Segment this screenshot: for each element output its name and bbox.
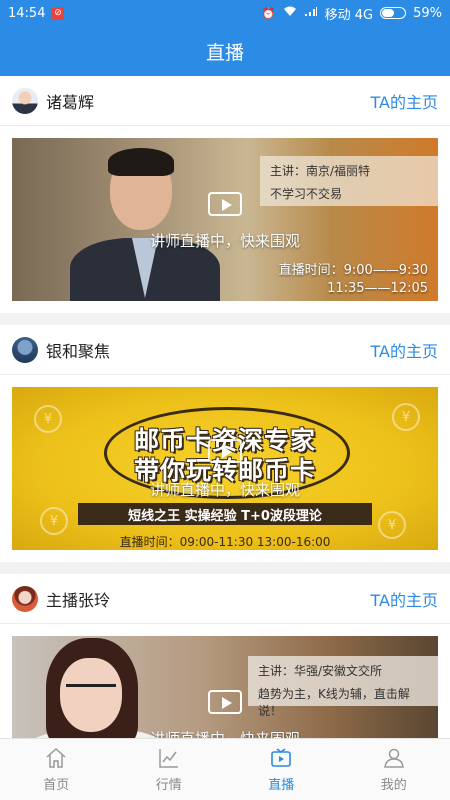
stream-card: 银和聚焦 TA的主页 ¥ ¥ ¥ ¥ 邮币卡资深专家 带你玩转邮币卡 讲师直播中… — [0, 325, 450, 562]
status-bar: 14:54 ⊘ ⏰ 移动 4G 59% — [0, 0, 450, 26]
stream-list[interactable]: 诸葛辉 TA的主页 主讲：南京/福丽特 不学习不交易 讲师直播中，快来围观 直播… — [0, 76, 450, 738]
user-icon — [383, 748, 404, 768]
stream-card: 主播张玲 TA的主页 主讲：华强/安徽文交所 趋势为主，K线为辅，直击解说！ 讲… — [0, 574, 450, 738]
notification-icon: ⊘ — [51, 6, 65, 20]
host-avatar[interactable] — [12, 585, 38, 612]
stream-card: 诸葛辉 TA的主页 主讲：南京/福丽特 不学习不交易 讲师直播中，快来围观 直播… — [0, 76, 450, 313]
host-name[interactable]: 诸葛辉 — [46, 89, 94, 113]
tab-label: 首页 — [43, 778, 70, 793]
host-avatar[interactable] — [12, 87, 38, 114]
status-time: 14:54 — [8, 5, 46, 21]
host-home-link[interactable]: TA的主页 — [371, 338, 438, 362]
signal-icon — [304, 6, 318, 20]
stream-banner[interactable]: 主讲：华强/安徽文交所 趋势为主，K线为辅，直击解说！ 讲师直播中，快来围观 — [12, 636, 438, 738]
lecturer-label: 主讲：南京/福丽特 — [270, 164, 371, 178]
tab-live[interactable]: 直播 — [225, 739, 338, 800]
banner-strip: 短线之王 实操经验 T+0波段理论 — [78, 503, 372, 525]
banner-wrap: 主讲：华强/安徽文交所 趋势为主，K线为辅，直击解说！ 讲师直播中，快来围观 — [0, 624, 450, 738]
live-schedule: 直播时间：09:00-11:30 13:00-16:00 — [119, 535, 331, 549]
live-status-text: 讲师直播中，快来围观 — [149, 481, 300, 499]
card-header: 主播张玲 TA的主页 — [0, 574, 450, 624]
host-home-link[interactable]: TA的主页 — [371, 587, 438, 611]
banner-wrap: ¥ ¥ ¥ ¥ 邮币卡资深专家 带你玩转邮币卡 讲师直播中，快来围观 短线之王 … — [0, 375, 450, 562]
card-header: 诸葛辉 TA的主页 — [0, 76, 450, 126]
page-title: 直播 — [205, 41, 244, 64]
photo-hair — [108, 148, 174, 176]
card-header: 银和聚焦 TA的主页 — [0, 325, 450, 375]
carrier-label: 移动 4G — [324, 7, 374, 23]
tab-home[interactable]: 首页 — [0, 739, 113, 800]
tab-market[interactable]: 行情 — [113, 739, 226, 800]
live-schedule: 直播时间：9:00——9:30 11:35——12:05 — [279, 262, 428, 298]
lecturer-label: 主讲：华强/安徽文交所 — [258, 664, 383, 678]
battery-icon — [380, 7, 407, 19]
host-name[interactable]: 主播张玲 — [46, 587, 110, 611]
alarm-icon: ⏰ — [261, 6, 276, 20]
host-name[interactable]: 银和聚焦 — [46, 338, 110, 362]
photo-glasses — [66, 684, 116, 698]
status-right: ⏰ 移动 4G 59% — [262, 4, 442, 23]
wifi-icon — [283, 6, 297, 20]
host-avatar[interactable] — [12, 336, 38, 363]
tab-label: 我的 — [380, 778, 407, 793]
play-icon[interactable] — [208, 690, 242, 714]
schedule-line-2: 11:35——12:05 — [327, 281, 428, 296]
tab-label: 行情 — [155, 778, 182, 793]
schedule-line-1: 直播时间：9:00——9:30 — [278, 263, 428, 278]
title-bar: 直播 — [0, 26, 450, 76]
stream-banner[interactable]: ¥ ¥ ¥ ¥ 邮币卡资深专家 带你玩转邮币卡 讲师直播中，快来围观 短线之王 … — [12, 387, 438, 550]
home-icon — [46, 747, 66, 768]
card-divider — [0, 562, 450, 574]
lecturer-info: 主讲：华强/安徽文交所 趋势为主，K线为辅，直击解说！ — [248, 656, 438, 718]
banner-wrap: 主讲：南京/福丽特 不学习不交易 讲师直播中，快来围观 直播时间：9:00——9… — [0, 126, 450, 313]
stream-banner[interactable]: 主讲：南京/福丽特 不学习不交易 讲师直播中，快来围观 直播时间：9:00——9… — [12, 138, 438, 301]
tab-mine[interactable]: 我的 — [338, 739, 450, 800]
live-status-text: 讲师直播中，快来围观 — [149, 232, 300, 250]
coin-icon: ¥ — [40, 507, 68, 535]
play-icon[interactable] — [208, 439, 242, 463]
lecturer-photo — [70, 148, 220, 301]
chart-icon — [159, 749, 178, 768]
live-status-text: 讲师直播中，快来围观 — [12, 728, 438, 738]
lecturer-info: 主讲：南京/福丽特 不学习不交易 — [260, 156, 438, 206]
battery-level — [382, 9, 395, 17]
tab-label: 直播 — [268, 778, 295, 793]
lecturer-slogan: 趋势为主，K线为辅，直击解说！ — [258, 687, 410, 718]
tv-icon — [271, 748, 292, 767]
play-icon[interactable] — [208, 192, 242, 216]
bottom-tab-bar: 首页 行情 直播 我的 — [0, 738, 450, 800]
battery-percent: 59% — [413, 5, 442, 21]
lecturer-slogan: 不学习不交易 — [270, 187, 343, 201]
card-divider — [0, 313, 450, 325]
host-home-link[interactable]: TA的主页 — [371, 89, 438, 113]
